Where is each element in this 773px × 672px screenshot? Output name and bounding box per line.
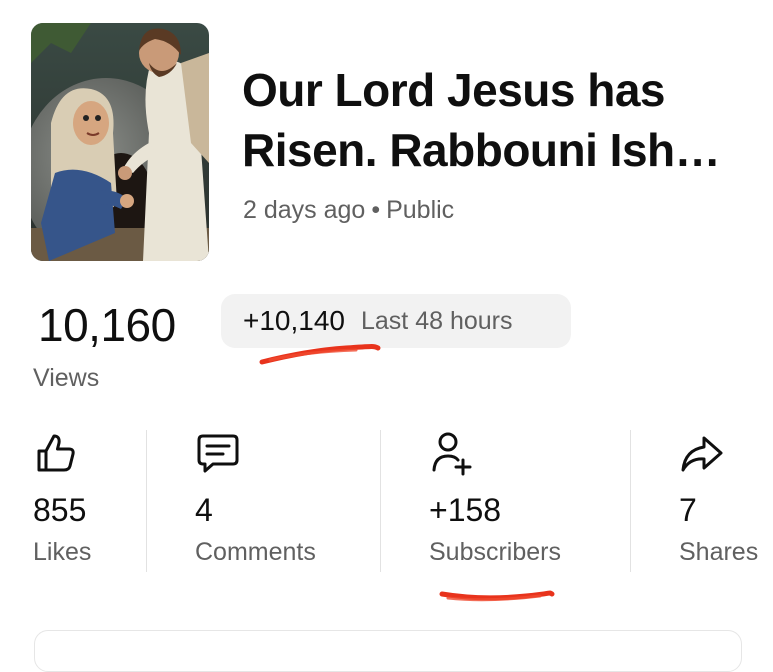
next-section-card bbox=[34, 630, 742, 672]
visibility-status: Public bbox=[386, 196, 455, 224]
shares-label: Shares bbox=[679, 538, 759, 566]
red-annotation-underline-subscribers bbox=[439, 590, 555, 602]
share-arrow-icon bbox=[681, 436, 723, 472]
posted-time: 2 days ago bbox=[243, 196, 366, 224]
shares-count: 7 bbox=[679, 492, 697, 528]
views-count: 10,160 bbox=[38, 299, 176, 351]
stat-divider bbox=[380, 430, 381, 572]
likes-label: Likes bbox=[33, 538, 92, 566]
comments-count: 4 bbox=[195, 492, 213, 528]
video-title: Our Lord Jesus has Risen. Rabbouni Ish… bbox=[242, 64, 721, 176]
subscribers-label: Subscribers bbox=[429, 538, 561, 566]
likes-count: 855 bbox=[33, 492, 87, 528]
comment-icon bbox=[197, 434, 239, 473]
stat-divider bbox=[146, 430, 147, 572]
meta-separator: • bbox=[371, 196, 381, 224]
add-person-icon bbox=[432, 432, 472, 476]
video-meta: 2 days ago • Public bbox=[243, 196, 454, 225]
views-label: Views bbox=[33, 364, 100, 392]
stat-subscribers[interactable]: +158 Subscribers bbox=[429, 430, 609, 580]
thumbnail-illustration bbox=[31, 23, 209, 261]
views-delta: +10,140 bbox=[243, 305, 345, 336]
stat-likes[interactable]: 855 Likes bbox=[33, 430, 143, 580]
views-delta-period: Last 48 hours bbox=[361, 306, 513, 335]
video-thumbnail[interactable] bbox=[31, 23, 209, 261]
comments-label: Comments bbox=[195, 538, 316, 566]
thumbs-up-icon bbox=[37, 434, 75, 472]
stat-comments[interactable]: 4 Comments bbox=[195, 430, 365, 580]
stat-divider bbox=[630, 430, 631, 572]
subscribers-count: +158 bbox=[429, 492, 502, 528]
views-delta-chip: +10,140 Last 48 hours bbox=[221, 294, 571, 348]
stat-shares[interactable]: 7 Shares bbox=[679, 430, 769, 580]
